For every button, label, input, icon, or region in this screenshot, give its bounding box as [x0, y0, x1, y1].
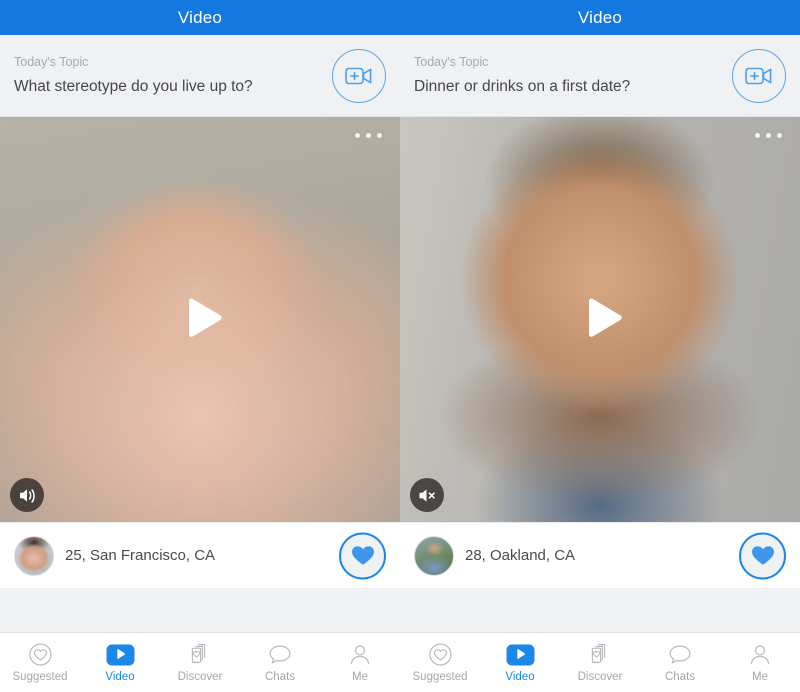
video-player-right[interactable]	[400, 117, 800, 522]
nav-item-discover[interactable]: Discover	[160, 633, 240, 692]
video-pane-left: Video Today's Topic What stereotype do y…	[0, 0, 400, 632]
app-root: Video Today's Topic What stereotype do y…	[0, 0, 800, 692]
chat-bubble-icon	[667, 642, 693, 667]
nav-item-me[interactable]: Me	[720, 633, 800, 692]
video-play-icon	[106, 642, 135, 667]
more-options-icon[interactable]	[355, 133, 382, 138]
topic-label: Today's Topic	[414, 55, 489, 69]
topic-label: Today's Topic	[14, 55, 89, 69]
heart-icon[interactable]	[739, 532, 786, 579]
video-pane-right: Video Today's Topic Dinner or drinks on …	[400, 0, 800, 632]
nav-item-video[interactable]: Video	[80, 633, 160, 692]
pane-bottom-spacer	[0, 588, 400, 632]
bottom-navigation-right: Suggested Video Discover Chats Me	[400, 633, 800, 692]
play-icon[interactable]	[168, 288, 232, 352]
nav-item-chats[interactable]: Chats	[240, 633, 320, 692]
profile-info-row-right[interactable]: 28, Oakland, CA	[400, 522, 800, 588]
titlebar-right: Video	[400, 0, 800, 35]
topic-bar-right: Today's Topic Dinner or drinks on a firs…	[400, 35, 800, 117]
profile-info: 25, San Francisco, CA	[65, 547, 216, 564]
heart-circle-icon	[428, 642, 453, 667]
avatar[interactable]	[14, 535, 54, 576]
nav-label: Me	[352, 671, 368, 683]
nav-label: Discover	[577, 671, 623, 683]
heart-circle-icon	[28, 642, 53, 667]
nav-label: Video	[505, 671, 535, 683]
topic-question: What stereotype do you live up to?	[14, 78, 253, 95]
person-icon	[748, 642, 772, 667]
nav-label: Video	[105, 671, 135, 683]
video-panes: Video Today's Topic What stereotype do y…	[0, 0, 800, 632]
nav-label: Chats	[664, 671, 696, 683]
heart-icon[interactable]	[339, 532, 386, 579]
chat-bubble-icon	[267, 642, 293, 667]
nav-label: Chats	[264, 671, 296, 683]
nav-item-video[interactable]: Video	[480, 633, 560, 692]
page-title: Video	[177, 7, 223, 27]
video-camera-plus-icon[interactable]	[332, 48, 386, 103]
nav-label: Discover	[177, 671, 223, 683]
nav-item-suggested[interactable]: Suggested	[400, 633, 480, 692]
bottom-navigation: Suggested Video Discover Chats Me Sugges…	[0, 632, 800, 692]
page-title: Video	[577, 7, 623, 27]
topic-texts: Today's Topic Dinner or drinks on a firs…	[414, 55, 630, 96]
cards-heart-icon	[587, 642, 613, 667]
profile-info: 28, Oakland, CA	[465, 547, 576, 564]
bottom-navigation-left: Suggested Video Discover Chats Me	[0, 633, 400, 692]
nav-label: Suggested	[412, 671, 468, 683]
speaker-on-icon[interactable]	[10, 478, 44, 512]
video-play-icon	[506, 642, 535, 667]
nav-item-discover[interactable]: Discover	[560, 633, 640, 692]
nav-item-suggested[interactable]: Suggested	[0, 633, 80, 692]
more-options-icon[interactable]	[755, 133, 782, 138]
nav-label: Me	[752, 671, 768, 683]
speaker-muted-icon[interactable]	[410, 478, 444, 512]
profile-info-row-left[interactable]: 25, San Francisco, CA	[0, 522, 400, 588]
play-icon[interactable]	[568, 288, 632, 352]
video-camera-plus-icon[interactable]	[732, 48, 786, 103]
titlebar-left: Video	[0, 0, 400, 35]
topic-bar-left: Today's Topic What stereotype do you liv…	[0, 35, 400, 117]
person-icon	[348, 642, 372, 667]
nav-item-chats[interactable]: Chats	[640, 633, 720, 692]
nav-label: Suggested	[12, 671, 68, 683]
video-player-left[interactable]	[0, 117, 400, 522]
topic-texts: Today's Topic What stereotype do you liv…	[14, 55, 253, 96]
pane-bottom-spacer	[400, 588, 800, 632]
topic-question: Dinner or drinks on a first date?	[414, 78, 631, 95]
nav-item-me[interactable]: Me	[320, 633, 400, 692]
avatar[interactable]	[414, 535, 454, 576]
cards-heart-icon	[187, 642, 213, 667]
